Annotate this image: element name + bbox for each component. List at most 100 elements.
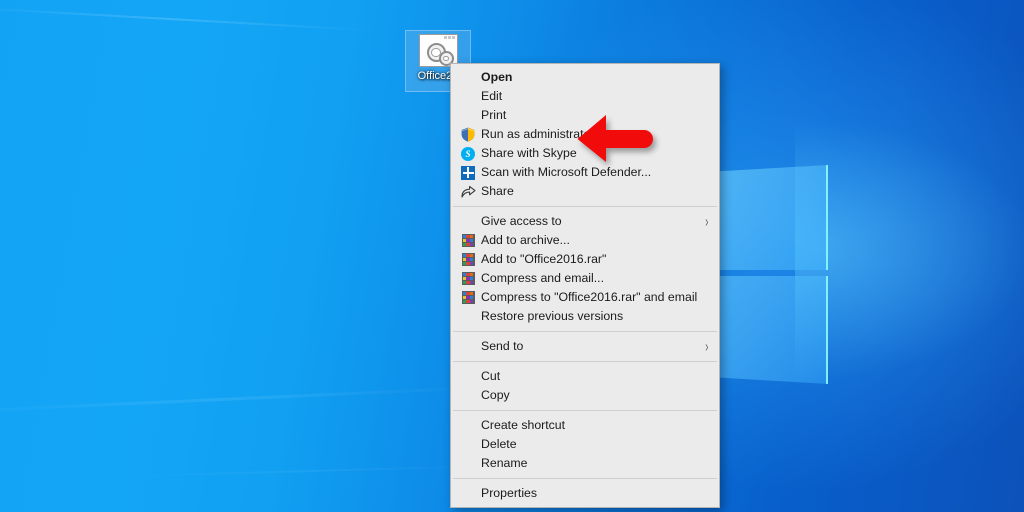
uac-shield-icon [461, 127, 475, 142]
winrar-icon-cell [466, 292, 470, 296]
menu-item[interactable]: Properties [451, 484, 719, 503]
winrar-icon-cell [470, 235, 474, 239]
menu-separator [453, 331, 717, 332]
menu-item[interactable]: Share [451, 182, 719, 201]
menu-item[interactable]: Copy [451, 386, 719, 405]
menu-item-icon-slot [457, 309, 479, 325]
winrar-icon-cell [470, 292, 474, 296]
menu-item[interactable]: Create shortcut [451, 416, 719, 435]
menu-item[interactable]: S Share with Skype [451, 144, 719, 163]
menu-item-icon-slot [457, 165, 479, 181]
share-icon [460, 185, 476, 198]
microsoft-defender-icon [461, 165, 475, 180]
menu-item[interactable]: Give access to › [451, 212, 719, 231]
winrar-icon-cell [470, 257, 474, 262]
winrar-icon-cell [466, 242, 470, 246]
menu-item-icon-slot [457, 252, 479, 268]
menu-item[interactable]: Add to "Office2016.rar" [451, 250, 719, 269]
file-context-menu[interactable]: Open Edit Print Run as administrator S Share … [450, 63, 720, 508]
menu-item[interactable]: Delete [451, 435, 719, 454]
winrar-icon-cell [470, 261, 474, 265]
menu-item[interactable]: Open [451, 68, 719, 87]
winrar-icon-cell [466, 280, 470, 284]
menu-item-label: Send to [481, 339, 524, 353]
menu-item-label: Compress and email... [481, 271, 605, 285]
menu-item-label: Compress to "Office2016.rar" and email [481, 290, 698, 304]
menu-item-icon-slot [457, 127, 479, 143]
wallpaper-glow [795, 120, 1024, 380]
winrar-icon-cell [462, 295, 466, 300]
winrar-icon-cell [462, 280, 466, 284]
wallpaper-light-streak [0, 6, 380, 32]
menu-item-label: Print [481, 108, 507, 122]
menu-item-label: Share with Skype [481, 146, 577, 160]
winrar-icon [461, 234, 475, 247]
menu-item-icon-slot: S [457, 146, 479, 162]
winrar-icon [461, 291, 475, 304]
menu-item-label: Share [481, 184, 514, 198]
menu-item-label: Open [481, 70, 513, 84]
menu-item[interactable]: Compress and email... [451, 269, 719, 288]
winrar-icon [461, 253, 475, 266]
winrar-icon-cell [462, 292, 466, 296]
menu-separator [453, 206, 717, 207]
winrar-icon-cell [462, 238, 466, 243]
winrar-icon-cell [462, 261, 466, 265]
menu-item[interactable]: Rename [451, 454, 719, 473]
menu-item-label: Rename [481, 456, 528, 470]
menu-item-label: Scan with Microsoft Defender... [481, 165, 652, 179]
winrar-icon-cell [462, 276, 466, 281]
menu-item-label: Add to "Office2016.rar" [481, 252, 607, 266]
menu-item-icon-slot [457, 418, 479, 434]
winrar-icon-cell [462, 242, 466, 246]
menu-item[interactable]: Compress to "Office2016.rar" and email [451, 288, 719, 307]
winrar-icon-cell [466, 254, 470, 258]
menu-item[interactable]: Print [451, 106, 719, 125]
menu-item-icon-slot [457, 486, 479, 502]
menu-item-label: Copy [481, 388, 510, 402]
winrar-icon-cell [462, 257, 466, 262]
winrar-icon-cell [462, 254, 466, 258]
winrar-icon-cell [466, 273, 470, 277]
menu-separator [453, 361, 717, 362]
menu-item-icon-slot [457, 437, 479, 453]
wallpaper-light-streak [0, 385, 500, 414]
menu-item[interactable]: Send to › [451, 337, 719, 356]
menu-item[interactable]: Cut [451, 367, 719, 386]
winrar-icon-cell [466, 257, 470, 262]
winrar-icon-cell [466, 238, 470, 243]
chevron-right-icon: › [705, 212, 709, 231]
winrar-icon-cell [466, 299, 470, 303]
menu-item-icon-slot [457, 70, 479, 86]
menu-item-label: Delete [481, 437, 517, 451]
menu-item-icon-slot [457, 271, 479, 287]
menu-item-icon-slot [457, 388, 479, 404]
menu-item-icon-slot [457, 233, 479, 249]
icon-titlebar-dots [443, 36, 455, 39]
winrar-icon-cell [462, 235, 466, 239]
menu-separator [453, 410, 717, 411]
menu-item[interactable]: Add to archive... [451, 231, 719, 250]
winrar-icon-cell [470, 254, 474, 258]
menu-item-label: Edit [481, 89, 503, 103]
wallpaper-light-streak [120, 464, 500, 478]
menu-item[interactable]: Restore previous versions [451, 307, 719, 326]
menu-item-label: Create shortcut [481, 418, 566, 432]
menu-item-icon-slot [457, 89, 479, 105]
menu-item[interactable]: Scan with Microsoft Defender... [451, 163, 719, 182]
winrar-icon-cell [462, 299, 466, 303]
winrar-icon-cell [470, 238, 474, 243]
menu-item[interactable]: Edit [451, 87, 719, 106]
skype-icon: S [461, 146, 475, 161]
menu-item-label: Run as administrator [481, 127, 595, 141]
winrar-icon-cell [466, 261, 470, 265]
menu-item[interactable]: Run as administrator [451, 125, 719, 144]
menu-item-icon-slot [457, 214, 479, 230]
winrar-icon-cell [466, 276, 470, 281]
winrar-icon-cell [466, 295, 470, 300]
menu-separator [453, 478, 717, 479]
winrar-icon-cell [470, 273, 474, 277]
menu-item-icon-slot [457, 108, 479, 124]
chevron-right-icon: › [705, 337, 709, 356]
menu-item-label: Cut [481, 369, 501, 383]
